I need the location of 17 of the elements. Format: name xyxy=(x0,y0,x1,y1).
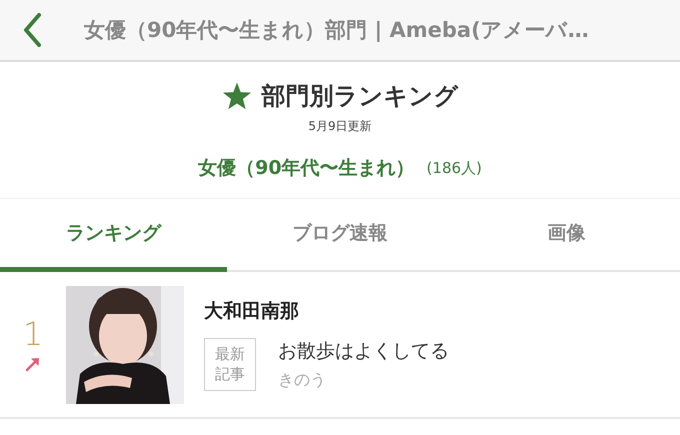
section-title: 部門別ランキング xyxy=(262,81,458,112)
badge-text: 記事 xyxy=(215,364,245,384)
ranking-entry[interactable]: 1 大和田南那 最新 記事 お散歩はよくしてる きのう xyxy=(0,272,680,419)
update-date: 5月9日更新 xyxy=(308,118,372,135)
tab[interactable]: ランキング xyxy=(0,199,227,272)
rank-number: 1 xyxy=(22,318,44,350)
member-name: 大和田南那 xyxy=(204,299,300,324)
member-count: (186人) xyxy=(426,158,482,178)
post-title[interactable]: お散歩はよくしてる xyxy=(278,338,449,364)
page-title: 女優（90年代〜生まれ）部門 | Ameba(アメーバ… xyxy=(84,17,589,44)
star-icon xyxy=(222,82,252,110)
badge-text: 最新 xyxy=(215,345,245,364)
tab[interactable]: ブログ速報 xyxy=(226,199,454,272)
post-time: きのう xyxy=(278,370,327,391)
category-name: 女優（90年代〜生まれ） xyxy=(198,156,415,181)
back-icon[interactable] xyxy=(22,12,42,48)
tab[interactable]: 画像 xyxy=(453,199,680,272)
